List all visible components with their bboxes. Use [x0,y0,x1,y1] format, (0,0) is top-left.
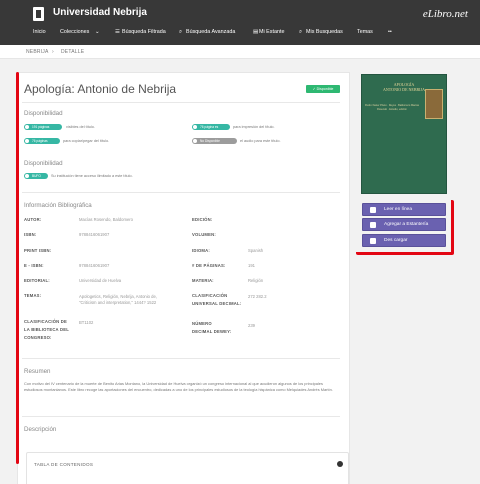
divider [22,358,340,359]
breadcrumb-detalle: DETALLE [61,49,85,55]
audio-text: el audio para este título. [240,139,281,143]
chevron-right-icon: › [52,49,54,55]
nav-colecciones[interactable]: Colecciones [60,28,89,36]
section-disponibilidad-2: Disponibilidad [24,160,63,167]
book-cover: APOLOGÍA ANTONIO DE NEBRIJA Pedro Xavier … [361,74,447,194]
pages-copy-label: 76 páginas [32,139,48,143]
search-icon: ⌕ [179,29,183,35]
cover-subtitle: ANTONIO DE NEBRIJA [383,86,425,92]
field-materia-label: MATERIA: [192,278,214,283]
field-autor-label: AUTOR: [24,217,42,222]
divider [22,416,340,417]
field-clasif-dewey-label: CLASIFICACIÓN UNIVERSAL DECIMAL: [192,293,242,306]
field-eisbn-label: E - ISBN: [24,263,44,268]
field-idioma-label: IDIOMA: [192,248,210,253]
section-info-bibliografica: Información Bibliográfica [24,202,92,209]
field-paginas-value: 191 [248,263,255,268]
nav-inicio[interactable]: Inicio [33,28,46,36]
pages-visible-badge: 191 páginas [24,124,62,130]
copy-icon [25,139,29,143]
resumen-text: Con motivo del IV centenario de la muert… [24,381,333,392]
site-title[interactable]: Universidad Nebrija [53,7,147,18]
toc-label: TABLA DE CONTENIDOS [34,462,94,467]
field-temas-value[interactable]: Apologetics, Religión, Nebrija, Antonio … [79,294,175,305]
field-clasif-lc-label: CLASIFICACIÓN DE LA BIBLIOTECA DEL CONGR… [24,319,69,340]
chevron-down-icon[interactable]: ⌄ [95,28,100,36]
pages-print-label: 76 página es [200,125,219,129]
section-disponibilidad: Disponibilidad [24,110,63,117]
access-label: BUFO [32,174,41,178]
breadcrumb-nebrija[interactable]: NEBRIJA [26,49,49,55]
field-numero-dewey-value: 239 [248,323,255,328]
field-temas-label: TEMAS: [24,293,42,298]
pages-copy-badge: 76 páginas [24,138,60,144]
divider [22,102,340,103]
field-paginas-label: # DE PÁGINAS: [192,263,226,268]
search-icon: ⌕ [299,29,303,35]
nav-mis-busquedas[interactable]: Mis Busquedas [306,28,343,36]
breadcrumb: NEBRIJA › DETALLE [0,45,480,59]
highlight-marker [16,72,19,464]
field-autor-value[interactable]: Macías Rosendo, Baldomero [79,217,174,223]
eye-icon [25,125,29,129]
book-title: Apología: Antonio de Nebrija [24,82,177,96]
expand-icon[interactable] [337,461,343,467]
nav-busqueda-avanzada[interactable]: Búsqueda Avanzada [186,28,235,36]
field-isbn-label: ISBN: [24,232,37,237]
top-header: Universidad Nebrija eLibro.net Inicio Co… [0,0,480,45]
nav-mi-estante[interactable]: Mi Estante [259,28,284,36]
field-edicion-label: EDICIÓN: [192,217,213,222]
divider [22,192,340,193]
filter-icon: ☰ [115,29,120,35]
section-descripcion: Descripción [24,426,57,433]
toc-accordion[interactable]: TABLA DE CONTENIDOS [26,452,349,484]
book-detail-card [17,72,350,484]
main-nav: Inicio Colecciones ⌄ ☰ Búsqueda Filtrada… [0,28,480,40]
nav-temas[interactable]: Temas [357,28,373,36]
headphones-icon [193,139,197,143]
field-volumen-label: VOLUMEN: [192,232,216,237]
field-isbn-value: 9788416061907 [79,232,110,237]
access-text: Su institución tiene acceso ilimitado a … [51,174,133,178]
audio-badge: No Disponible [192,138,237,144]
field-materia-value[interactable]: Religión [248,278,263,284]
pages-print-text: para impresión del título. [233,125,275,129]
pages-print-badge: 76 página es [192,124,230,130]
library-logo-icon[interactable] [33,7,44,21]
field-numero-dewey-label: NÚMERO DECIMAL DEWEY: [192,321,232,334]
pages-copy-text: para copiar/pegar del título. [63,139,110,143]
cover-credit: Pedro Xavier Prieto · Reyes · Baldomero … [364,104,420,111]
users-icon [25,174,29,178]
available-badge: ✓ Disponible [306,85,340,93]
field-eisbn-value: 9788416061907 [79,263,110,268]
nav-busqueda-filtrada[interactable]: Búsqueda Filtrada [122,28,166,36]
field-editorial-label: EDITORIAL: [24,278,50,283]
print-icon [193,125,197,129]
highlight-marker [356,200,454,255]
field-clasif-lc-value: BT1102 [79,320,94,325]
audio-label: No Disponible [200,139,220,143]
elibro-logo[interactable]: eLibro.net [423,8,468,20]
field-editorial-value[interactable]: Universidad de Huelva [79,278,121,284]
pages-visible-label: 191 páginas [32,125,50,129]
more-icon[interactable]: •• [388,28,392,36]
field-print-isbn-label: PRINT ISBN: [24,248,52,253]
shelf-icon: ▤ [253,29,259,35]
section-resumen: Resumen [24,368,51,375]
cover-portrait-image [425,89,443,119]
access-badge: BUFO [24,173,48,179]
available-badge-label: Disponible [316,87,334,91]
field-idioma-value: Spanish [248,248,264,253]
pages-visible-text: visibles del título. [66,125,95,129]
field-clasif-dewey-value: 272 282.2 [248,294,267,299]
